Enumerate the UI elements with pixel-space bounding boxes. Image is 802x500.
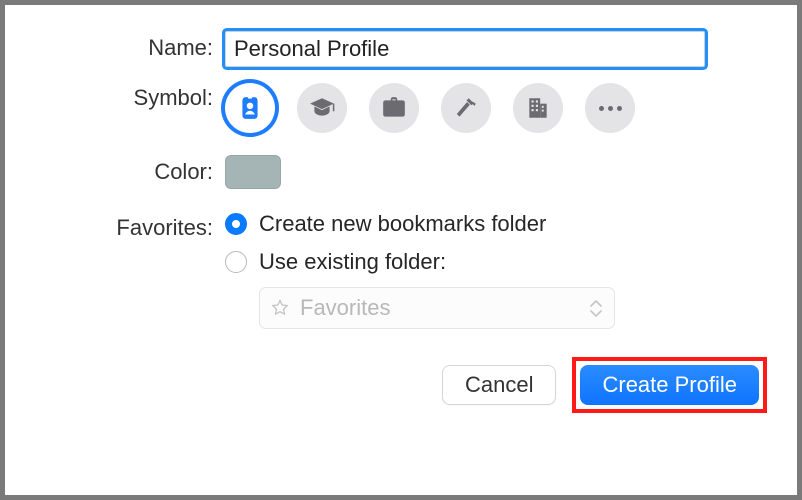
- cancel-button[interactable]: Cancel: [442, 365, 556, 405]
- radio-icon: [225, 213, 247, 235]
- create-profile-button[interactable]: Create Profile: [580, 365, 759, 405]
- favorites-folder-placeholder: Favorites: [300, 295, 390, 321]
- symbol-id-badge-icon[interactable]: [225, 83, 275, 133]
- radio-icon: [225, 251, 247, 273]
- symbol-more-icon[interactable]: [585, 83, 635, 133]
- favorites-option-existing[interactable]: Use existing folder:: [225, 249, 767, 275]
- color-swatch[interactable]: [225, 155, 281, 189]
- symbol-briefcase-icon[interactable]: [369, 83, 419, 133]
- name-label: Name:: [35, 31, 225, 65]
- dialog-footer: Cancel Create Profile: [35, 357, 767, 413]
- color-row: Color:: [35, 155, 767, 189]
- favorites-label: Favorites:: [35, 211, 225, 245]
- annotation-highlight: Create Profile: [572, 357, 767, 413]
- favorites-option-create[interactable]: Create new bookmarks folder: [225, 211, 767, 237]
- profile-dialog: Name: Symbol:: [0, 0, 802, 500]
- symbol-hammer-icon[interactable]: [441, 83, 491, 133]
- chevron-up-down-icon: [586, 288, 606, 328]
- star-icon: [270, 298, 290, 318]
- symbol-building-icon[interactable]: [513, 83, 563, 133]
- name-row: Name:: [35, 31, 767, 67]
- symbol-row: Symbol:: [35, 81, 767, 133]
- symbol-graduation-cap-icon[interactable]: [297, 83, 347, 133]
- color-label: Color:: [35, 155, 225, 189]
- favorites-folder-select[interactable]: Favorites: [259, 287, 615, 329]
- name-input[interactable]: [225, 31, 705, 67]
- favorites-row: Favorites: Create new bookmarks folder U…: [35, 211, 767, 329]
- favorites-option-existing-label: Use existing folder:: [259, 249, 446, 275]
- symbol-label: Symbol:: [35, 81, 225, 115]
- favorites-option-create-label: Create new bookmarks folder: [259, 211, 546, 237]
